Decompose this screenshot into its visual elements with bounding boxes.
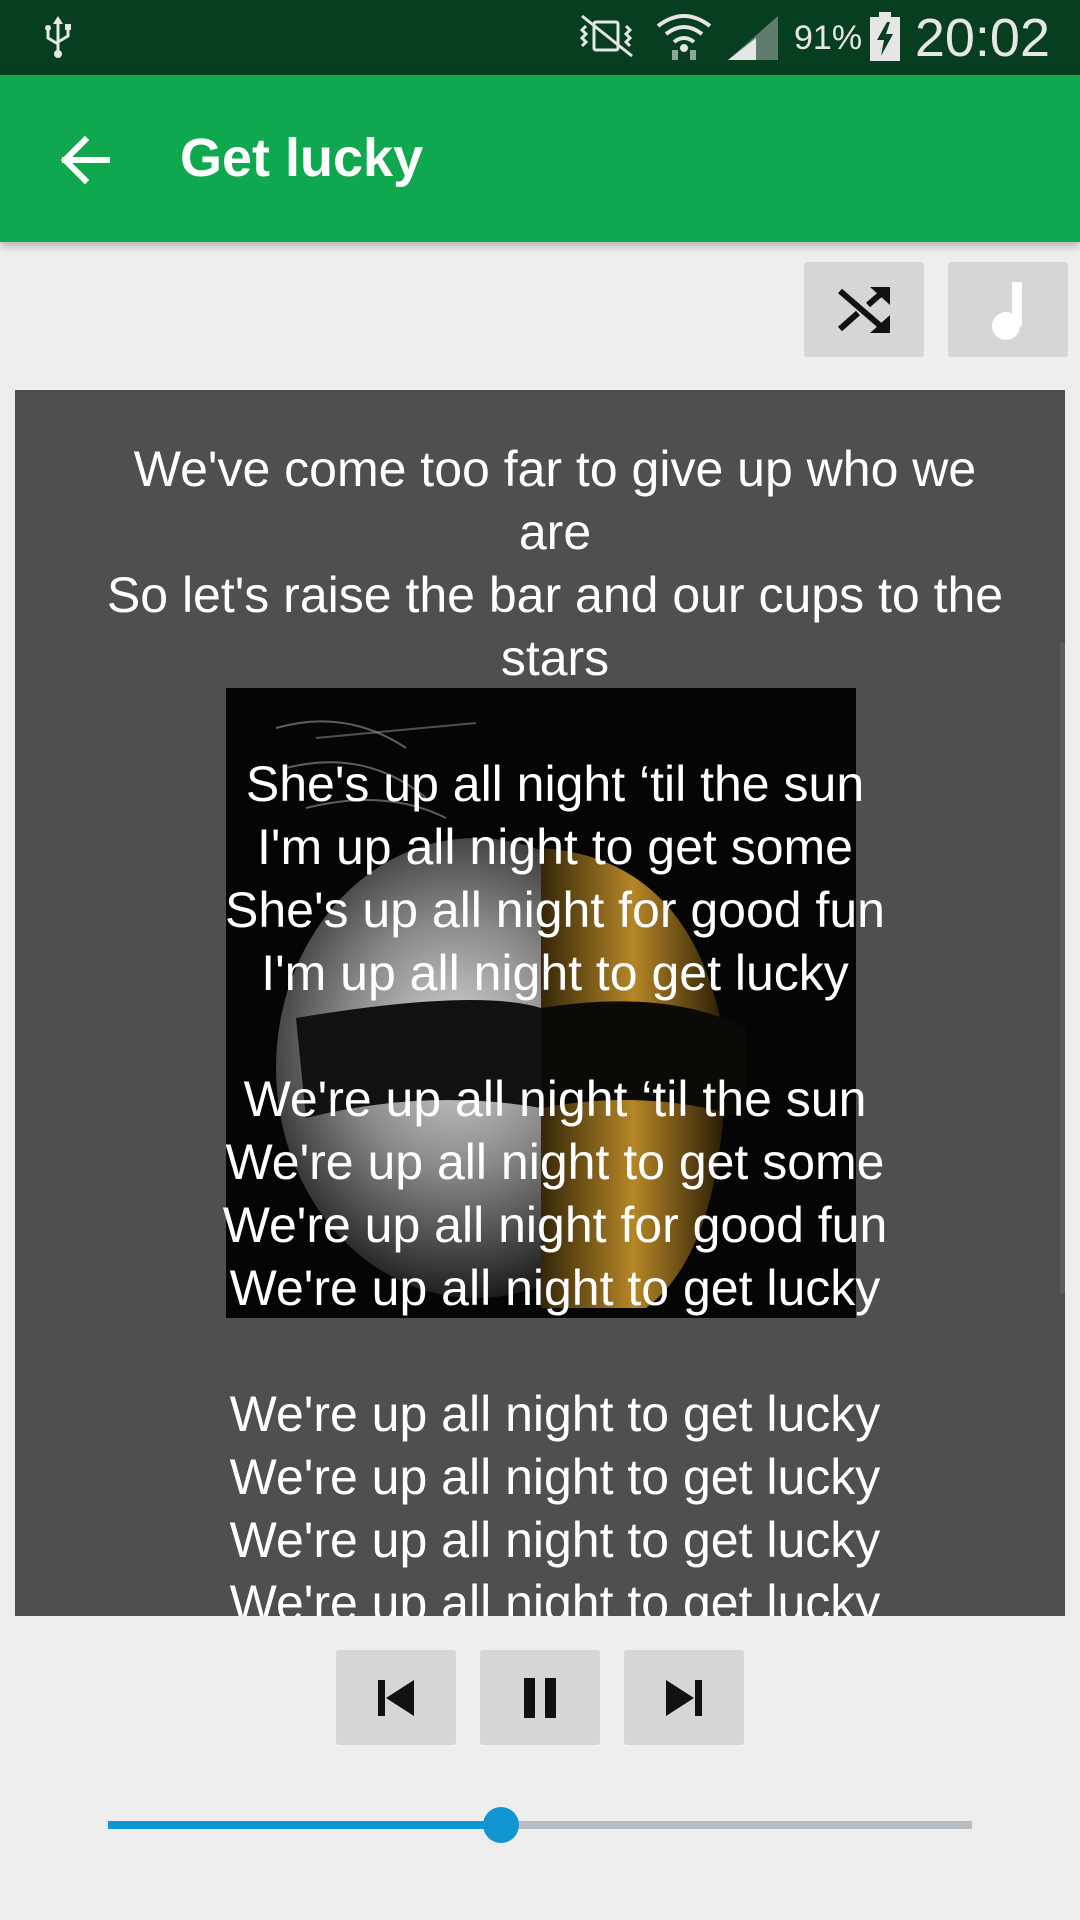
- back-button[interactable]: [40, 115, 130, 205]
- shuffle-icon: [838, 286, 890, 333]
- music-button[interactable]: [948, 262, 1068, 357]
- music-note-icon: [992, 281, 1022, 340]
- seek-progress: [108, 1821, 502, 1829]
- pause-icon: [524, 1677, 556, 1718]
- previous-button[interactable]: [336, 1650, 456, 1745]
- next-button[interactable]: [624, 1650, 744, 1745]
- signal-icon: [728, 16, 778, 60]
- usb-icon: [45, 16, 71, 58]
- battery-charging-icon: [870, 12, 900, 61]
- battery-percent: 91%: [794, 19, 863, 57]
- lyrics-panel[interactable]: We've come too far to give up who we are…: [15, 390, 1065, 1616]
- clock: 20:02: [914, 8, 1050, 68]
- app-bar: Get lucky: [0, 75, 1080, 242]
- page-title: Get lucky: [180, 128, 424, 188]
- scroll-indicator: [1060, 643, 1065, 1293]
- pause-button[interactable]: [480, 1650, 600, 1745]
- skip-previous-icon: [378, 1679, 414, 1716]
- shuffle-button[interactable]: [804, 262, 924, 357]
- wifi-icon: [656, 14, 712, 60]
- status-bar: 91% 20:02: [0, 0, 1080, 75]
- vibrate-mute-icon: [579, 14, 633, 58]
- arrow-back-icon: [60, 135, 110, 185]
- seek-bar[interactable]: [108, 1800, 972, 1850]
- screen: 91% 20:02 Get lucky We've come too far t…: [0, 0, 1080, 1920]
- skip-next-icon: [666, 1679, 702, 1716]
- lyrics-text: We've come too far to give up who we are…: [106, 441, 1004, 1616]
- seek-thumb[interactable]: [483, 1807, 520, 1843]
